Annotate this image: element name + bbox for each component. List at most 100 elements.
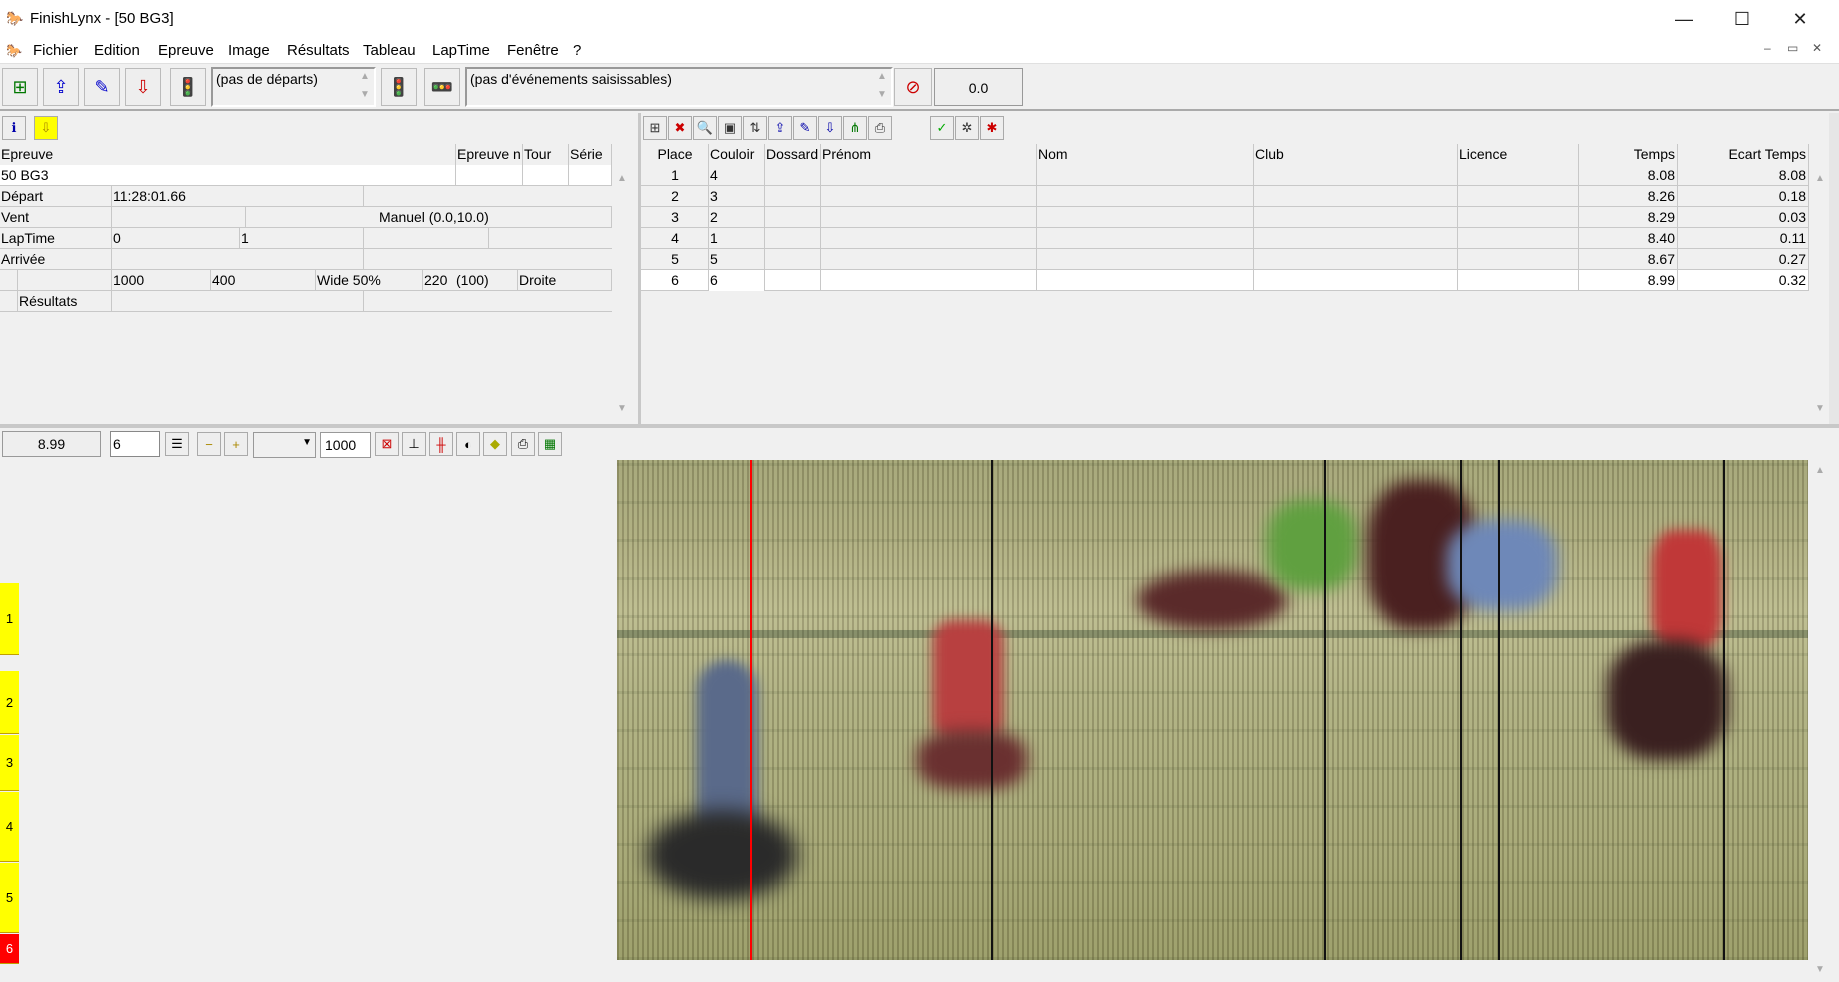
table-row[interactable]: 5 5 8.67 0.27 [641, 249, 1809, 270]
combo-down-icon[interactable]: ▼ [875, 89, 889, 100]
dossard-header[interactable]: Dossard [765, 144, 821, 165]
no-wind-icon[interactable]: ⊘ [894, 68, 932, 106]
event-name-row[interactable]: 50 BG3 [0, 165, 612, 186]
club-header[interactable]: Club [1254, 144, 1458, 165]
dossard-cell[interactable] [765, 165, 821, 186]
temps-cell[interactable]: 8.08 [1579, 165, 1678, 186]
tree-icon[interactable]: ⋔ [843, 116, 867, 140]
place-cell[interactable]: 2 [641, 186, 709, 207]
epreuve-header[interactable]: Epreuve [0, 144, 456, 165]
dossard-cell[interactable] [765, 270, 821, 291]
vent-value[interactable]: Manuel (0.0,10.0) [246, 207, 612, 228]
contrast-icon[interactable]: ◐ [456, 432, 480, 456]
licence-header[interactable]: Licence [1458, 144, 1579, 165]
ecart-cell[interactable]: 0.11 [1678, 228, 1809, 249]
menu-fenetre[interactable]: Fenêtre [507, 42, 559, 59]
delete-icon[interactable]: ✖ [668, 116, 692, 140]
licence-cell[interactable] [1458, 228, 1579, 249]
place-cell[interactable]: 5 [641, 249, 709, 270]
marker-icon[interactable]: ⊥ [402, 432, 426, 456]
brightness-icon[interactable]: ◆ [483, 432, 507, 456]
lane-2-marker[interactable]: 2 [0, 671, 19, 734]
document-icon[interactable]: 🐎 [6, 43, 22, 59]
laptime-value-a[interactable]: 0 [112, 228, 240, 249]
scroll-down-icon[interactable]: ▼ [1815, 403, 1825, 414]
serie-header[interactable]: Série [569, 144, 612, 165]
timing-line[interactable] [991, 460, 993, 960]
nom-cell[interactable] [1037, 165, 1254, 186]
print-icon[interactable]: ⎙ [868, 116, 892, 140]
arrivee-value[interactable] [112, 249, 364, 270]
prenom-cell[interactable] [821, 186, 1037, 207]
licence-cell[interactable] [1458, 249, 1579, 270]
capture-icon[interactable]: ⊞ [2, 68, 38, 106]
prenom-cell[interactable] [821, 270, 1037, 291]
prenom-cell[interactable] [821, 165, 1037, 186]
depart-row[interactable]: Départ 11:28:01.66 [0, 186, 612, 207]
place-cell[interactable]: 6 [641, 270, 709, 291]
lane-4-marker[interactable]: 4 [0, 792, 19, 862]
minimize-button[interactable]: — [1655, 0, 1713, 38]
start-sensor-icon[interactable]: 🚦 [170, 68, 206, 106]
club-cell[interactable] [1254, 249, 1458, 270]
prenom-cell[interactable] [821, 249, 1037, 270]
lane-3-marker[interactable]: 3 [0, 735, 19, 791]
camera-value-e[interactable]: (100) [455, 270, 518, 291]
nom-cell[interactable] [1037, 249, 1254, 270]
save-results-icon[interactable]: ⇩ [818, 116, 842, 140]
place-cell[interactable]: 1 [641, 165, 709, 186]
close-button[interactable]: ✕ [1771, 0, 1829, 38]
vent-row[interactable]: Vent Manuel (0.0,10.0) [0, 207, 612, 228]
combo-up-icon[interactable]: ▲ [358, 71, 372, 82]
menu-tableau[interactable]: Tableau [363, 42, 416, 59]
tour-cell[interactable] [523, 165, 569, 186]
event-name[interactable]: 50 BG3 [0, 165, 456, 186]
table-row[interactable]: 6 6 8.99 0.32 [641, 270, 1809, 291]
camera-value-c[interactable]: Wide 50% [316, 270, 423, 291]
edit-results-icon[interactable]: ✎ [793, 116, 817, 140]
event-number-cell[interactable] [456, 165, 523, 186]
arrivee-row[interactable]: Arrivée [0, 249, 612, 270]
laptime-row[interactable]: LapTime 0 1 [0, 228, 612, 249]
dossard-cell[interactable] [765, 186, 821, 207]
menu-edition[interactable]: Edition [94, 42, 140, 59]
wind-value[interactable]: 0.0 [934, 68, 1023, 106]
timing-line[interactable] [1324, 460, 1326, 960]
prenom-cell[interactable] [821, 207, 1037, 228]
licence-cell[interactable] [1458, 165, 1579, 186]
zoom-out-icon[interactable]: − [197, 432, 221, 456]
nom-header[interactable]: Nom [1037, 144, 1254, 165]
maximize-button[interactable]: ☐ [1713, 0, 1771, 38]
camera-value-f[interactable]: Droite [518, 270, 612, 291]
zoom-select[interactable]: ▼ [253, 432, 316, 458]
mdi-minimize-button[interactable]: – [1764, 41, 1771, 55]
import-icon[interactable]: ⇩ [125, 68, 161, 106]
serie-cell[interactable] [569, 165, 612, 186]
temps-cell[interactable]: 8.40 [1579, 228, 1678, 249]
place-cell[interactable]: 4 [641, 228, 709, 249]
ecart-cell[interactable]: 0.18 [1678, 186, 1809, 207]
lane-input[interactable] [110, 431, 160, 457]
cursor-time[interactable]: 8.99 [2, 431, 101, 457]
traffic-light-icon[interactable]: 🚥 [424, 68, 460, 106]
image-scroll-down-icon[interactable]: ▼ [1815, 964, 1825, 975]
photo-finish-image[interactable] [617, 460, 1808, 960]
timing-line[interactable] [1460, 460, 1462, 960]
club-cell[interactable] [1254, 228, 1458, 249]
place-cell[interactable]: 3 [641, 207, 709, 228]
horizontal-splitter[interactable] [0, 424, 1839, 428]
info-icon[interactable]: ℹ [2, 116, 26, 140]
arm-icon[interactable]: 🚦 [381, 68, 417, 106]
temps-cell[interactable]: 8.99 [1579, 270, 1678, 291]
clear-icon[interactable]: ✱ [980, 116, 1004, 140]
save-event-icon[interactable]: ✎ [84, 68, 120, 106]
image-scroll-up-icon[interactable]: ▲ [1815, 465, 1825, 476]
couloir-cell[interactable]: 1 [709, 228, 765, 249]
licence-cell[interactable] [1458, 270, 1579, 291]
scroll-up-icon[interactable]: ▲ [1815, 173, 1825, 184]
check-icon[interactable]: ✓ [930, 116, 954, 140]
menu-fichier[interactable]: Fichier [33, 42, 78, 59]
zoom-icon[interactable]: 🔍 [693, 116, 717, 140]
starts-combo[interactable]: (pas de départs) ▲ ▼ [211, 67, 376, 107]
couloir-header[interactable]: Couloir [709, 144, 765, 165]
